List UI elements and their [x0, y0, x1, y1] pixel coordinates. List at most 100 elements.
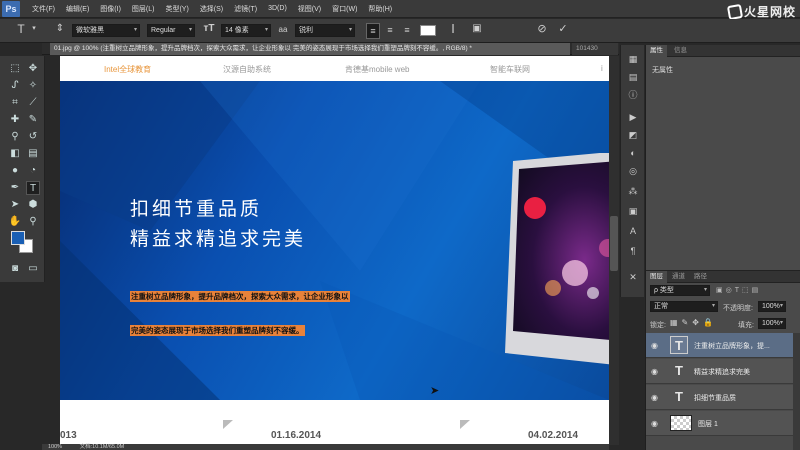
canvas-vertical-scrollbar[interactable] — [609, 56, 619, 445]
info-panel-icon[interactable]: ⓘ — [627, 89, 639, 101]
dodge-tool-icon[interactable]: ◔ — [26, 164, 40, 178]
history-brush-tool-icon[interactable]: ↺ — [26, 130, 40, 144]
brush-tool-icon[interactable]: ✎ — [26, 113, 40, 127]
status-bar: 100% 文档:10.1M/65.0M — [42, 444, 609, 450]
tools-panel-icon[interactable]: ✕ — [627, 271, 639, 283]
layer-row[interactable]: ◉ T 扣细节重品质 — [646, 385, 793, 410]
crop-tool-icon[interactable]: ⌗ — [8, 96, 22, 110]
menu-file[interactable]: 文件(F) — [32, 4, 55, 14]
clone-stamp-tool-icon[interactable]: ⚲ — [8, 130, 22, 144]
menu-image[interactable]: 图像(I) — [100, 4, 121, 14]
filter-icons[interactable]: ▣◎T⬚▤ — [716, 286, 796, 295]
cancel-edit-icon[interactable]: ⊘ — [535, 22, 549, 36]
layer-row[interactable]: ◉ 图层 1 — [646, 411, 793, 436]
commit-edit-icon[interactable]: ✓ — [556, 22, 570, 36]
fill-label: 填充: — [738, 322, 754, 329]
menu-view[interactable]: 视图(V) — [298, 4, 321, 14]
type-tool-icon[interactable]: T — [26, 181, 40, 195]
eyedropper-tool-icon[interactable]: ⟋ — [26, 96, 40, 110]
tab-paths[interactable]: 路径 — [690, 271, 711, 283]
text-orientation-icon[interactable]: ⇕ — [53, 22, 67, 36]
antialias-select[interactable]: 锐利 — [295, 24, 355, 37]
align-left-icon[interactable]: ≡ — [366, 23, 380, 39]
actions-panel-icon[interactable]: ▤ — [627, 71, 639, 83]
timeline-footer: 013 01.16.2014 04.02.2014 — [60, 400, 609, 450]
layers-scrollbar[interactable] — [793, 333, 800, 450]
layer-row[interactable]: ◉ T 精益求精追求完美 — [646, 359, 793, 384]
menu-3d[interactable]: 3D(D) — [268, 5, 287, 12]
tab-layers[interactable]: 图层 — [646, 271, 667, 283]
opacity-input[interactable]: 100% — [758, 301, 786, 312]
pixel-layer-thumb — [670, 415, 692, 431]
tab-second-document[interactable]: 101430 — [572, 43, 618, 55]
lasso-tool-icon[interactable]: ᔑ — [8, 79, 22, 93]
font-family-select[interactable]: 微软雅黑 — [72, 24, 140, 37]
styles-panel-icon[interactable]: ◎ — [627, 165, 639, 177]
photoshop-window: Ps 文件(F) 编辑(E) 图像(I) 图层(L) 类型(Y) 选择(S) 滤… — [0, 0, 800, 450]
swatches-panel-icon[interactable]: ◐ — [627, 147, 639, 159]
warp-text-icon[interactable]: Ⅰ — [446, 22, 460, 36]
eraser-tool-icon[interactable]: ◧ — [8, 147, 22, 161]
foreground-color-swatch[interactable] — [11, 231, 25, 245]
tool-preset-chevron-icon[interactable]: ▾ — [30, 22, 38, 36]
character-panel-icon[interactable]: A — [627, 225, 639, 237]
clone-source-icon[interactable]: ▣ — [627, 205, 639, 217]
history-panel-icon[interactable]: ▦ — [627, 53, 639, 65]
zoom-level[interactable]: 100% — [48, 444, 62, 450]
gradient-tool-icon[interactable]: ▤ — [26, 147, 40, 161]
timeline-marker-icon — [223, 420, 233, 429]
zoom-tool-icon[interactable]: ⚲ — [26, 215, 40, 229]
healing-brush-tool-icon[interactable]: ✚ — [8, 113, 22, 127]
blur-tool-icon[interactable]: ● — [8, 164, 22, 178]
hand-tool-icon[interactable]: ✋ — [8, 215, 22, 229]
text-color-swatch[interactable] — [420, 25, 436, 36]
align-right-icon[interactable]: ≡ — [400, 23, 414, 37]
visibility-eye-icon[interactable]: ◉ — [651, 341, 660, 350]
menu-window[interactable]: 窗口(W) — [332, 4, 357, 14]
visibility-eye-icon[interactable]: ◉ — [651, 419, 660, 428]
menu-layer[interactable]: 图层(L) — [132, 4, 155, 14]
font-size-icon: ᴛT — [203, 23, 215, 34]
blend-mode-select[interactable]: 正常 — [650, 301, 718, 312]
menu-select[interactable]: 选择(S) — [200, 4, 223, 14]
menu-type[interactable]: 类型(Y) — [165, 4, 188, 14]
document-size: 文档:10.1M/65.0M — [79, 444, 125, 450]
layer-comps-icon[interactable]: ◩ — [627, 129, 639, 141]
font-size-select[interactable]: 14 像素 — [221, 24, 271, 37]
brush-panel-icon[interactable]: ⁂ — [627, 185, 639, 197]
paragraph-panel-icon[interactable]: ¶ — [627, 245, 639, 257]
text-layer-thumb-icon: T — [675, 389, 683, 404]
quick-mask-icon[interactable]: ◙ — [8, 262, 22, 276]
play-panel-icon[interactable]: ▶ — [627, 111, 639, 123]
tab-properties[interactable]: 属性 — [646, 45, 667, 57]
text-tool-icon[interactable]: T — [14, 22, 28, 36]
selected-text-line-1[interactable]: 注重树立品牌形象，提升品牌档次，探索大众需求，让企业形象以 — [130, 291, 350, 302]
menu-help[interactable]: 帮助(H) — [368, 4, 392, 14]
layer-name: 扣细节重品质 — [694, 395, 736, 402]
shape-tool-icon[interactable]: ⬢ — [26, 198, 40, 212]
screen-mode-icon[interactable]: ▭ — [26, 262, 40, 276]
document-tabs: 01.jpg @ 100% (注重树立品牌形象，提升品牌档次，探索大众需求，让企… — [42, 43, 619, 55]
pen-tool-icon[interactable]: ✒ — [8, 181, 22, 195]
lock-icons[interactable]: ▦✎✥🔒 — [670, 318, 717, 327]
path-selection-tool-icon[interactable]: ➤ — [8, 198, 22, 212]
move-tool-icon[interactable]: ✥ — [26, 62, 40, 76]
character-panel-icon[interactable]: ▣ — [470, 22, 484, 36]
tab-active-document[interactable]: 01.jpg @ 100% (注重树立品牌形象，提升品牌档次，探索大众需求，让企… — [50, 43, 570, 55]
menu-edit[interactable]: 编辑(E) — [66, 4, 89, 14]
font-style-select[interactable]: Regular — [147, 24, 195, 37]
layer-row[interactable]: ◉ T 注重树立品牌形象，提... — [646, 333, 793, 358]
marquee-tool-icon[interactable]: ⬚ — [8, 62, 22, 76]
scrollbar-thumb[interactable] — [610, 216, 618, 271]
layer-filter-select[interactable]: ρ 类型 — [650, 285, 710, 296]
align-center-icon[interactable]: ≡ — [383, 23, 397, 37]
fill-input[interactable]: 100% — [758, 318, 786, 329]
tab-channels[interactable]: 通道 — [668, 271, 689, 283]
visibility-eye-icon[interactable]: ◉ — [651, 367, 660, 376]
document-canvas[interactable]: Intel全球教育 汉源自助系统 肯德基mobile web 智能车联网 i 扣… — [60, 56, 609, 450]
selected-text-line-2[interactable]: 完美的姿态展现于市场选择我们重塑品牌刻不容缓。 — [130, 325, 305, 336]
menu-filter[interactable]: 滤镜(T) — [234, 4, 257, 14]
tab-info[interactable]: 信息 — [670, 45, 691, 57]
magic-wand-tool-icon[interactable]: ✧ — [26, 79, 40, 93]
visibility-eye-icon[interactable]: ◉ — [651, 393, 660, 402]
